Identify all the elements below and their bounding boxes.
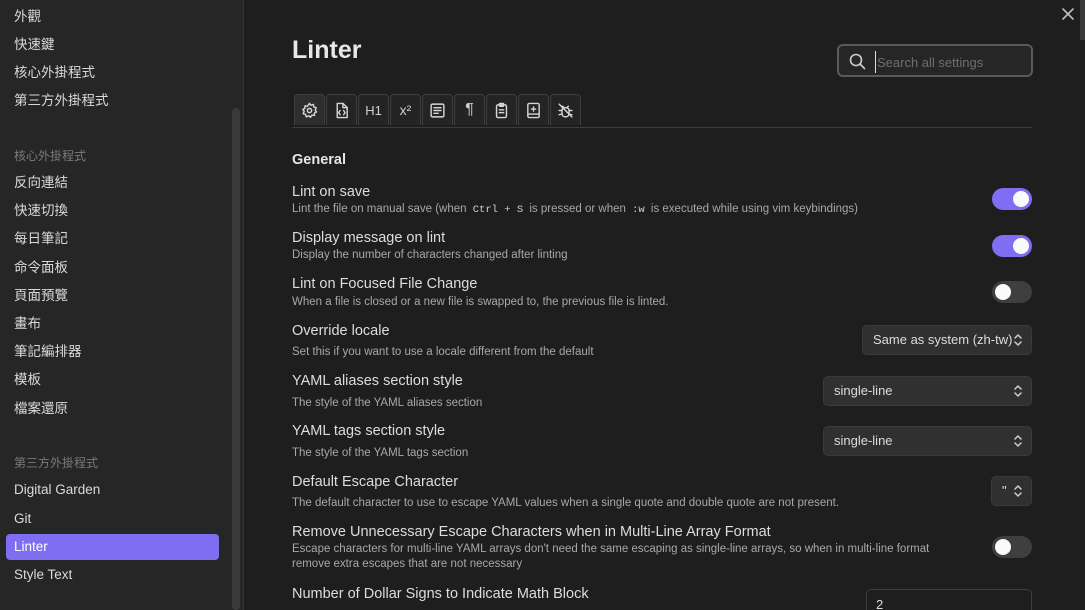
setting-yaml-tags-name: YAML tags section style [292, 423, 446, 439]
toggle-knob [995, 284, 1011, 300]
sidebar-item-digital-garden[interactable]: Digital Garden [6, 477, 219, 503]
focused-file-change-toggle[interactable] [992, 281, 1032, 303]
pilcrow-icon: ¶ [465, 101, 474, 118]
settings-window: 外觀 快速鍵 核心外掛程式 第三方外掛程式 核心外掛程式 反向連結 快速切換 每… [0, 0, 1085, 610]
setting-remove-escape-desc: Escape characters for multi-line YAML ar… [292, 543, 930, 570]
setting-yaml-aliases-name: YAML aliases section style [292, 373, 463, 389]
sidebar-item-linter[interactable]: Linter [6, 534, 219, 560]
setting-yaml-aliases-desc: The style of the YAML aliases section [292, 397, 483, 409]
toggle-knob [995, 539, 1011, 555]
sidebar-item-quick-switcher[interactable]: 快速切換 [6, 198, 219, 224]
setting-lint-on-save-desc: Lint the file on manual save (when Ctrl … [292, 203, 858, 216]
setting-focused-file-change-name: Lint on Focused File Change [292, 276, 478, 292]
sidebar-item-note-composer[interactable]: 筆記編排器 [6, 339, 219, 365]
clipboard-icon [495, 102, 508, 118]
sidebar-item-file-recovery[interactable]: 檔案還原 [6, 396, 219, 422]
file-code-icon [336, 102, 348, 118]
yaml-tags-dropdown[interactable]: single-line [823, 426, 1032, 456]
sidebar-scrollbar[interactable] [232, 108, 240, 610]
setting-escape-char-name: Default Escape Character [292, 474, 459, 490]
setting-display-message-desc: Display the number of characters changed… [292, 249, 568, 261]
tab-footnote[interactable]: x² [390, 94, 421, 125]
sidebar-item-git[interactable]: Git [6, 506, 219, 532]
setting-yaml-tags-desc: The style of the YAML tags section [292, 447, 469, 459]
settings-sidebar: 外觀 快速鍵 核心外掛程式 第三方外掛程式 核心外掛程式 反向連結 快速切換 每… [0, 0, 244, 610]
tab-heading[interactable]: H1 [358, 94, 389, 125]
setting-escape-char-desc: The default character to use to escape Y… [292, 497, 840, 509]
toggle-knob [1013, 191, 1029, 207]
sidebar-item-daily-notes[interactable]: 每日筆記 [6, 226, 219, 252]
setting-lint-on-save-name: Lint on save [292, 184, 371, 200]
setting-dollar-signs-name: Number of Dollar Signs to Indicate Math … [292, 586, 589, 602]
sidebar-item-hotkeys[interactable]: 快速鍵 [6, 32, 219, 58]
setting-display-message-name: Display message on lint [292, 230, 446, 246]
sidebar-heading-community: 第三方外掛程式 [14, 456, 99, 470]
toggle-knob [1013, 238, 1029, 254]
chevron-updown-icon [1014, 334, 1022, 346]
setting-override-locale-name: Override locale [292, 323, 390, 339]
chevron-updown-icon [1014, 385, 1022, 397]
dropdown-value: single-line [834, 433, 893, 448]
keybinding-code: Ctrl + S [472, 204, 524, 216]
escape-char-dropdown[interactable]: " [991, 476, 1032, 506]
sidebar-item-backlinks[interactable]: 反向連結 [6, 170, 219, 196]
desc-part: is executed while using vim keybindings) [650, 203, 859, 215]
search-box[interactable] [837, 44, 1033, 77]
yaml-aliases-dropdown[interactable]: single-line [823, 376, 1032, 406]
search-icon [849, 53, 866, 70]
vim-command-code: :w [632, 204, 645, 216]
dropdown-value: " [1002, 483, 1007, 498]
override-locale-dropdown[interactable]: Same as system (zh-tw) [862, 325, 1032, 355]
sidebar-item-templates[interactable]: 模板 [6, 367, 219, 393]
content-scrollbar[interactable] [1080, 0, 1085, 40]
tab-content[interactable] [422, 94, 453, 125]
lint-on-save-toggle[interactable] [992, 188, 1032, 210]
superscript-icon: x² [399, 102, 412, 118]
setting-focused-file-change-desc: When a file is closed or a new file is s… [292, 296, 669, 308]
sidebar-item-community-plugins[interactable]: 第三方外掛程式 [6, 88, 219, 114]
sidebar-item-style-text[interactable]: Style Text [6, 562, 219, 588]
desc-part: Lint the file on manual save (when [292, 203, 467, 215]
bug-off-icon [558, 102, 573, 118]
chevron-updown-icon [1014, 485, 1022, 497]
linter-tab-bar: H1 x² ¶ [292, 94, 1032, 128]
tab-custom[interactable] [518, 94, 549, 125]
tab-general[interactable] [294, 94, 325, 125]
content-icon [430, 102, 445, 118]
tab-paste[interactable] [486, 94, 517, 125]
page-title: Linter [292, 36, 362, 64]
tab-yaml[interactable] [326, 94, 357, 125]
sidebar-item-canvas[interactable]: 畫布 [6, 311, 219, 337]
close-icon[interactable] [1059, 6, 1077, 24]
tab-spacing[interactable]: ¶ [454, 94, 485, 125]
gear-icon [302, 102, 318, 118]
sidebar-item-page-preview[interactable]: 頁面預覽 [6, 283, 219, 309]
remove-escape-toggle[interactable] [992, 536, 1032, 558]
sidebar-item-command-palette[interactable]: 命令面板 [6, 255, 219, 281]
sidebar-item-appearance[interactable]: 外觀 [6, 4, 219, 30]
sidebar-item-core-plugins[interactable]: 核心外掛程式 [6, 60, 219, 86]
heading-icon: H1 [365, 102, 382, 118]
dropdown-value: Same as system (zh-tw) [873, 332, 1013, 347]
display-message-toggle[interactable] [992, 235, 1032, 257]
desc-part: is pressed or when [529, 203, 626, 215]
dollar-signs-input[interactable]: 2 [866, 589, 1032, 610]
setting-override-locale-desc: Set this if you want to use a locale dif… [292, 346, 594, 358]
section-heading-general: General [292, 152, 346, 168]
search-input[interactable] [875, 51, 1029, 73]
tab-debug[interactable] [550, 94, 581, 125]
chevron-updown-icon [1014, 435, 1022, 447]
sidebar-heading-core: 核心外掛程式 [14, 149, 87, 163]
dropdown-value: single-line [834, 383, 893, 398]
setting-remove-escape-name: Remove Unnecessary Escape Characters whe… [292, 524, 771, 540]
book-plus-icon [527, 102, 540, 118]
